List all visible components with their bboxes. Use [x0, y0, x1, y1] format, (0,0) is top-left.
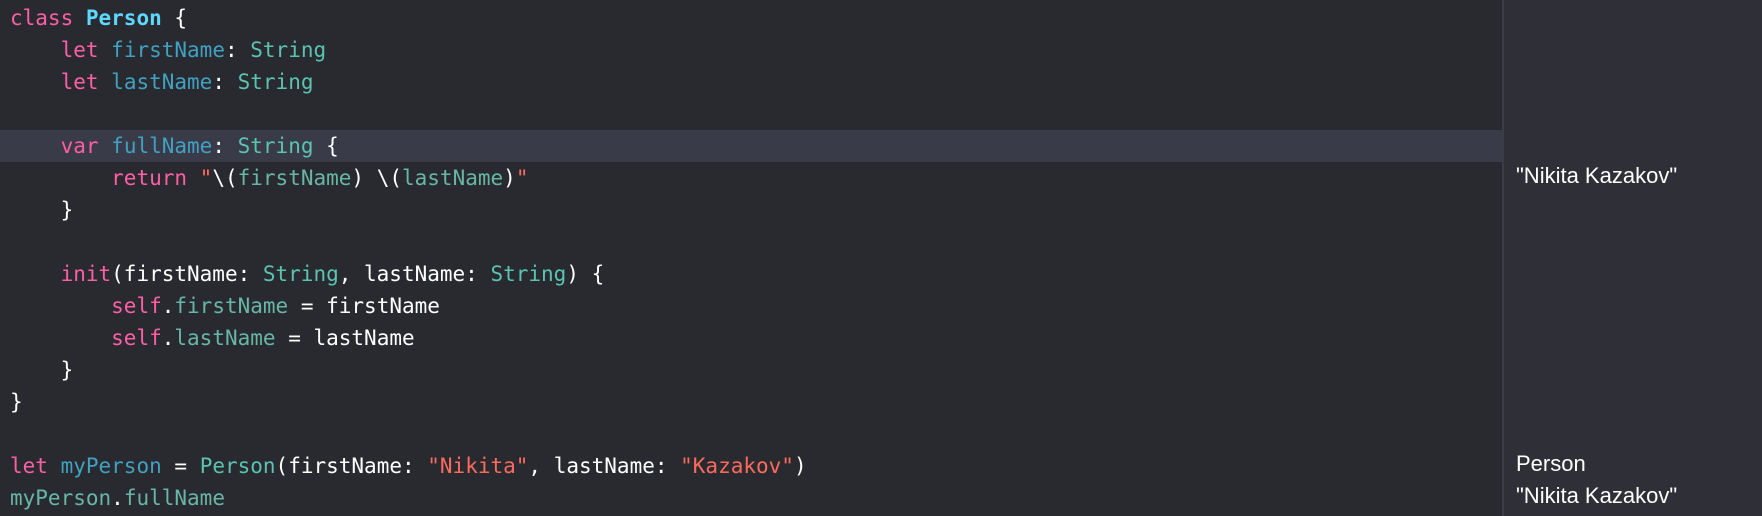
playground-editor: class Person { let firstName: String let… [0, 0, 1762, 516]
code-token: (firstName: [111, 262, 263, 286]
code-token: firstName [111, 38, 225, 62]
code-token: : [224, 38, 251, 62]
code-line-7[interactable]: } [0, 194, 1502, 226]
code-token: fullName [111, 134, 213, 158]
code-token: ) [793, 454, 807, 478]
code-token: self [111, 326, 162, 350]
code-token: { [313, 134, 339, 158]
code-token: \( [212, 166, 238, 190]
code-token: lastName [174, 326, 276, 350]
code-token: } [10, 390, 23, 414]
code-line-10[interactable]: self.firstName = firstName [0, 290, 1502, 322]
code-line-11[interactable]: self.lastName = lastName [0, 322, 1502, 354]
code-editor[interactable]: class Person { let firstName: String let… [0, 0, 1502, 516]
code-line-9[interactable]: init(firstName: String, lastName: String… [0, 258, 1502, 290]
code-token: myPerson [10, 486, 112, 510]
code-token: String [490, 262, 567, 286]
code-token: String [237, 70, 314, 94]
code-token: " [515, 166, 529, 190]
code-token: Person [199, 454, 276, 478]
code-line-14[interactable] [0, 418, 1502, 450]
code-token: = firstName [288, 294, 440, 318]
code-token: var [60, 134, 99, 158]
code-token: { [161, 6, 188, 30]
code-line-1[interactable]: class Person { [0, 2, 1502, 34]
code-token: lastName [402, 166, 504, 190]
results-sidebar: "Nikita Kazakov" Person "Nikita Kazakov" [1502, 0, 1762, 516]
code-token: ) { [566, 262, 605, 286]
code-token: , lastName: [528, 454, 681, 478]
code-token: firstName [174, 294, 289, 318]
code-token: } [10, 198, 74, 222]
code-token: , lastName: [338, 262, 491, 286]
code-line-6[interactable]: return "\(firstName) \(lastName)" [0, 162, 1502, 194]
code-token: . [111, 486, 124, 510]
code-token: self [111, 294, 162, 318]
code-token: = [161, 454, 200, 478]
code-line-13[interactable]: } [0, 386, 1502, 418]
code-token: (firstName: [275, 454, 428, 478]
code-token: fullName [123, 486, 225, 510]
code-token: myPerson [60, 454, 162, 478]
code-token: . [161, 294, 175, 318]
code-token: let [60, 70, 99, 94]
code-token: firstName [237, 166, 352, 190]
code-line-5-current[interactable]: var fullName: String { [0, 130, 1502, 162]
code-token: ) [503, 166, 516, 190]
result-fullname-getter[interactable]: "Nikita Kazakov" [1516, 160, 1677, 192]
code-token: : [212, 70, 238, 94]
result-myperson-instance[interactable]: Person [1516, 448, 1586, 480]
code-token: ) \( [351, 166, 402, 190]
code-token: : [212, 134, 238, 158]
code-line-15[interactable]: let myPerson = Person(firstName: "Nikita… [0, 450, 1502, 482]
code-line-12[interactable]: } [0, 354, 1502, 386]
code-token: lastName [111, 70, 213, 94]
code-line-3[interactable]: let lastName: String [0, 66, 1502, 98]
result-myperson-fullname[interactable]: "Nikita Kazakov" [1516, 480, 1677, 512]
code-token: class [10, 6, 74, 30]
code-token: "Kazakov" [680, 454, 794, 478]
code-token: return [111, 166, 188, 190]
code-token: let [10, 454, 48, 478]
code-token: String [262, 262, 339, 286]
code-token: "Nikita" [427, 454, 529, 478]
code-token: String [237, 134, 314, 158]
code-token: } [10, 358, 74, 382]
code-token: . [161, 326, 175, 350]
code-token: " [199, 166, 213, 190]
code-line-2[interactable]: let firstName: String [0, 34, 1502, 66]
code-token: Person [85, 6, 162, 30]
code-token: String [250, 38, 327, 62]
code-line-4[interactable] [0, 98, 1502, 130]
code-token: = lastName [275, 326, 415, 350]
code-token: init [60, 262, 112, 286]
code-token: let [60, 38, 99, 62]
code-line-16[interactable]: myPerson.fullName [0, 482, 1502, 514]
code-line-8[interactable] [0, 226, 1502, 258]
